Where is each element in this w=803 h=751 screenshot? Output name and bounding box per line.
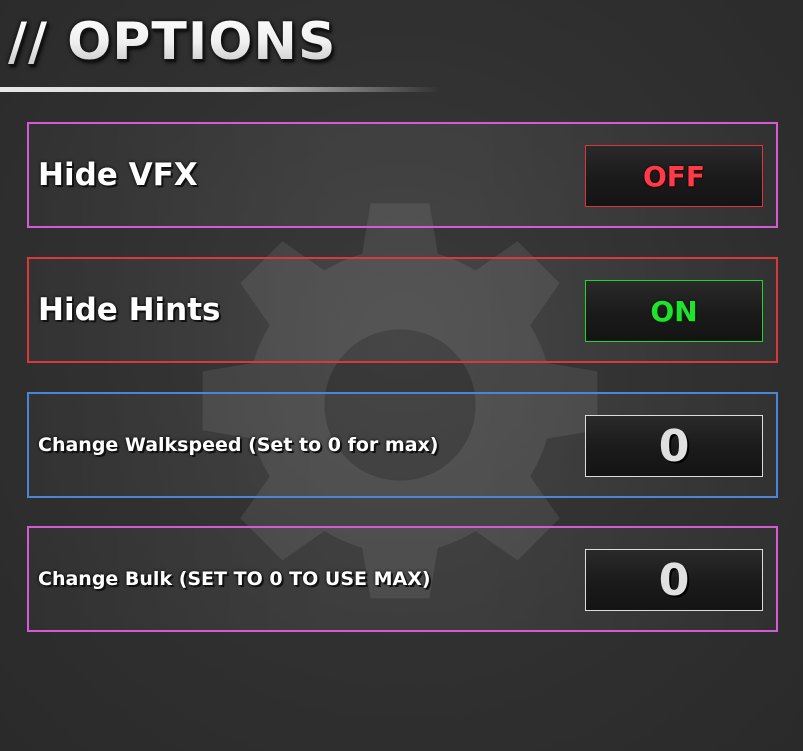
- option-row-walkspeed: Change Walkspeed (Set to 0 for max) 0: [27, 392, 778, 498]
- option-label-bulk: Change Bulk (SET TO 0 TO USE MAX): [38, 568, 431, 590]
- title-underline: [0, 87, 440, 92]
- page-title: // OPTIONS: [8, 12, 337, 72]
- option-label-hide-vfx: Hide VFX: [38, 157, 198, 193]
- option-row-hide-vfx: Hide VFX OFF: [27, 122, 778, 228]
- hide-vfx-toggle-button[interactable]: OFF: [585, 145, 763, 207]
- option-label-walkspeed: Change Walkspeed (Set to 0 for max): [38, 434, 439, 456]
- option-row-hide-hints: Hide Hints ON: [27, 257, 778, 363]
- walkspeed-input[interactable]: 0: [585, 415, 763, 477]
- option-row-bulk: Change Bulk (SET TO 0 TO USE MAX) 0: [27, 526, 778, 632]
- hide-hints-toggle-button[interactable]: ON: [585, 280, 763, 342]
- option-label-hide-hints: Hide Hints: [38, 292, 221, 328]
- bulk-input[interactable]: 0: [585, 549, 763, 611]
